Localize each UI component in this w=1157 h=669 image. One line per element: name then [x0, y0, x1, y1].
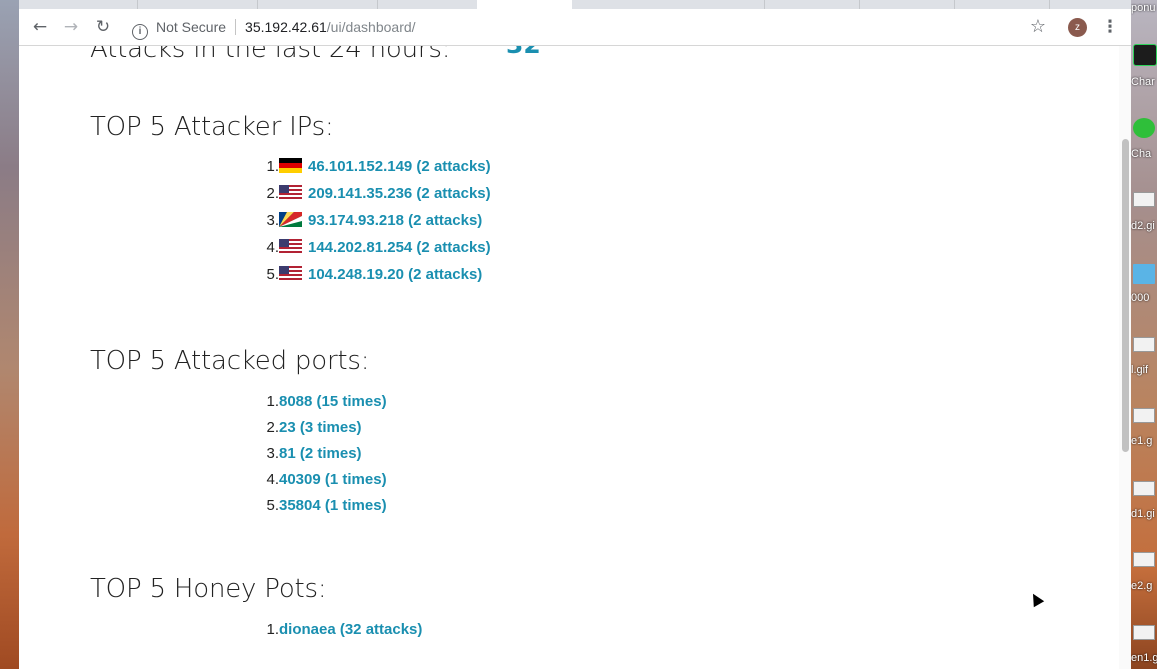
browser-tab[interactable] — [669, 0, 765, 9]
list-number: 1. — [266, 158, 279, 175]
attacker-ip-link[interactable]: 46.101.152.149 (2 attacks) — [308, 158, 491, 175]
attacked-port-link[interactable]: 81 (2 times) — [279, 444, 362, 464]
top-ips-heading: TOP 5 Attacker IPs: — [90, 112, 334, 142]
attacks-count-value: 32 — [506, 46, 541, 59]
url-path: /ui/dashboard/ — [326, 19, 416, 35]
reload-icon[interactable]: ↻ — [92, 16, 114, 38]
list-number: 5. — [266, 497, 279, 514]
list-number: 3. — [266, 445, 279, 462]
list-number: 4. — [266, 471, 279, 488]
file-icon[interactable] — [1133, 625, 1155, 640]
browser-tab-active[interactable] — [477, 0, 572, 9]
wechat-icon[interactable] — [1133, 118, 1155, 138]
attacker-ip-link[interactable]: 144.202.81.254 (2 attacks) — [308, 239, 491, 256]
attacker-ip-link[interactable]: 93.174.93.218 (2 attacks) — [308, 212, 482, 229]
vertical-scrollbar[interactable] — [1119, 46, 1131, 669]
attacked-port-link[interactable]: 40309 (1 times) — [279, 470, 387, 490]
pycharm-icon[interactable] — [1133, 44, 1157, 66]
sc-flag-icon — [279, 212, 302, 227]
browser-toolbar: ← → ↻ i Not Secure 35.192.42.61/ui/dashboa… — [19, 9, 1131, 46]
attacker-ip-link[interactable]: 104.248.19.20 (2 attacks) — [308, 266, 482, 283]
us-flag-icon — [279, 266, 302, 281]
browser-tab[interactable] — [954, 0, 1050, 9]
top-ports-heading: TOP 5 Attacked ports: — [90, 346, 370, 376]
list-number: 2. — [266, 419, 279, 436]
us-flag-icon — [279, 185, 302, 200]
file-icon[interactable] — [1133, 192, 1155, 207]
file-icon[interactable] — [1133, 337, 1155, 352]
list-number: 4. — [266, 239, 279, 256]
desktop-item-label[interactable]: e1.g — [1131, 435, 1157, 447]
browser-tab[interactable] — [859, 0, 955, 9]
list-number: 3. — [266, 212, 279, 229]
mouse-cursor-icon — [1027, 590, 1045, 608]
desktop-item-label[interactable]: d2.gi — [1131, 220, 1157, 232]
file-icon[interactable] — [1133, 481, 1155, 496]
desktop-item-label[interactable]: 000 — [1131, 292, 1157, 304]
list-number: 1. — [266, 621, 279, 638]
forward-arrow-icon[interactable]: → — [60, 16, 82, 38]
attacked-port-link[interactable]: 35804 (1 times) — [279, 496, 387, 516]
url-host: 35.192.42.61 — [245, 19, 327, 35]
back-arrow-icon[interactable]: ← — [29, 16, 51, 38]
file-icon[interactable] — [1133, 408, 1155, 423]
profile-avatar[interactable]: z — [1068, 18, 1087, 37]
desktop-item-label[interactable]: ponu — [1131, 2, 1157, 14]
address-bar[interactable]: i Not Secure 35.192.42.61/ui/dashboard/ — [132, 16, 1012, 40]
us-flag-icon — [279, 239, 302, 254]
honeypot-link[interactable]: dionaea (32 attacks) — [279, 620, 422, 640]
desktop-wallpaper-right: ponu Char Cha d2.gi 000 l.gif e1.g d1.gi… — [1131, 0, 1157, 669]
desktop-item-label[interactable]: Char — [1131, 76, 1157, 88]
security-label: Not Secure — [156, 19, 227, 35]
attacks-count-heading: Attacks in the last 24 hours: — [90, 46, 451, 64]
browser-tab[interactable] — [764, 0, 860, 9]
desktop-item-label[interactable]: en1.g — [1131, 652, 1157, 664]
folder-icon[interactable] — [1133, 264, 1155, 284]
attacked-port-link[interactable]: 23 (3 times) — [279, 418, 362, 438]
desktop-item-label[interactable]: e2.g — [1131, 580, 1157, 592]
info-icon[interactable]: i — [132, 24, 148, 40]
browser-tab[interactable] — [19, 0, 138, 9]
browser-window: ← → ↻ i Not Secure 35.192.42.61/ui/dashboa… — [19, 0, 1131, 669]
bookmark-star-icon[interactable]: ☆ — [1027, 16, 1049, 38]
menu-kebab-icon[interactable]: ⋮ — [1099, 16, 1121, 38]
desktop-item-label[interactable]: d1.gi — [1131, 508, 1157, 520]
scrollbar-thumb[interactable] — [1122, 139, 1129, 452]
desktop-item-label[interactable]: Cha — [1131, 148, 1157, 160]
dashboard-page: Attacks in the last 24 hours: 32 TOP 5 A… — [19, 46, 1119, 669]
tab-strip — [19, 0, 1131, 9]
list-number: 2. — [266, 185, 279, 202]
top-honeypots-heading: TOP 5 Honey Pots: — [90, 574, 327, 604]
divider — [235, 19, 237, 35]
browser-tab[interactable] — [137, 0, 258, 9]
de-flag-icon — [279, 158, 302, 173]
attacked-port-link[interactable]: 8088 (15 times) — [279, 392, 387, 412]
list-number: 1. — [266, 393, 279, 410]
list-number: 5. — [266, 266, 279, 283]
desktop-wallpaper-left — [0, 0, 19, 669]
browser-tab[interactable] — [257, 0, 378, 9]
file-icon[interactable] — [1133, 552, 1155, 567]
desktop-item-label[interactable]: l.gif — [1131, 364, 1157, 376]
attacker-ip-link[interactable]: 209.141.35.236 (2 attacks) — [308, 185, 491, 202]
